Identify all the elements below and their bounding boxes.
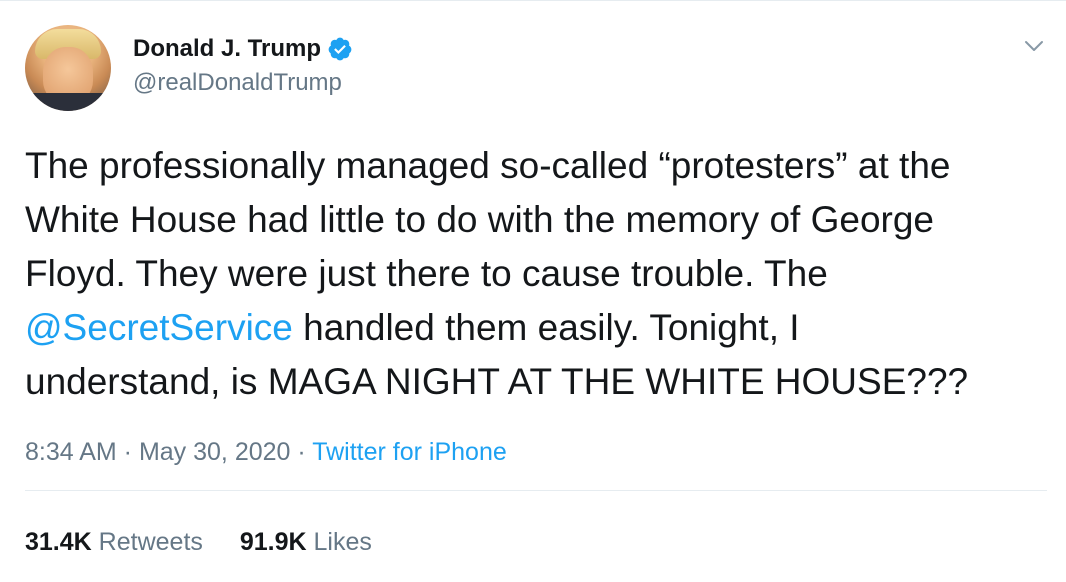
chevron-down-icon[interactable] — [1022, 34, 1046, 58]
divider — [25, 490, 1047, 491]
tweet-stats: 31.4K Retweets 91.9K Likes — [25, 527, 402, 557]
tweet-time[interactable]: 8:34 AM — [25, 438, 117, 466]
tweet-meta: 8:34 AM · May 30, 2020 · Twitter for iPh… — [25, 437, 507, 467]
tweet-date[interactable]: May 30, 2020 — [139, 438, 291, 466]
retweets-stat[interactable]: 31.4K Retweets — [25, 528, 203, 556]
top-border — [0, 0, 1066, 5]
meta-separator: · — [290, 438, 313, 466]
likes-label: Likes — [313, 528, 372, 556]
avatar[interactable] — [25, 25, 111, 111]
mention-link[interactable]: @SecretService — [25, 307, 293, 348]
tweet-line-2: White House had little to do with the me… — [25, 199, 934, 240]
tweet-text: The professionally managed so-called “pr… — [25, 139, 1055, 409]
retweets-label: Retweets — [98, 528, 203, 556]
tweet-line-1: The professionally managed so-called “pr… — [25, 145, 951, 186]
display-name-row[interactable]: Donald J. Trump — [133, 34, 353, 64]
retweets-count: 31.4K — [25, 528, 92, 556]
tweet-line-4-rest: handled them easily. Tonight, I — [292, 307, 800, 348]
user-handle[interactable]: @realDonaldTrump — [133, 68, 342, 98]
avatar-suit — [25, 93, 111, 111]
likes-count: 91.9K — [239, 528, 307, 556]
display-name[interactable]: Donald J. Trump — [133, 34, 321, 64]
tweet-line-3: Floyd. They were just there to cause tro… — [25, 253, 828, 294]
likes-stat[interactable]: 91.9K Likes — [240, 528, 372, 556]
tweet-line-5: understand, is MAGA NIGHT AT THE WHITE H… — [25, 361, 969, 402]
tweet-source-link[interactable]: Twitter for iPhone — [312, 438, 507, 466]
verified-badge-icon — [328, 37, 352, 61]
meta-separator: · — [116, 438, 139, 466]
